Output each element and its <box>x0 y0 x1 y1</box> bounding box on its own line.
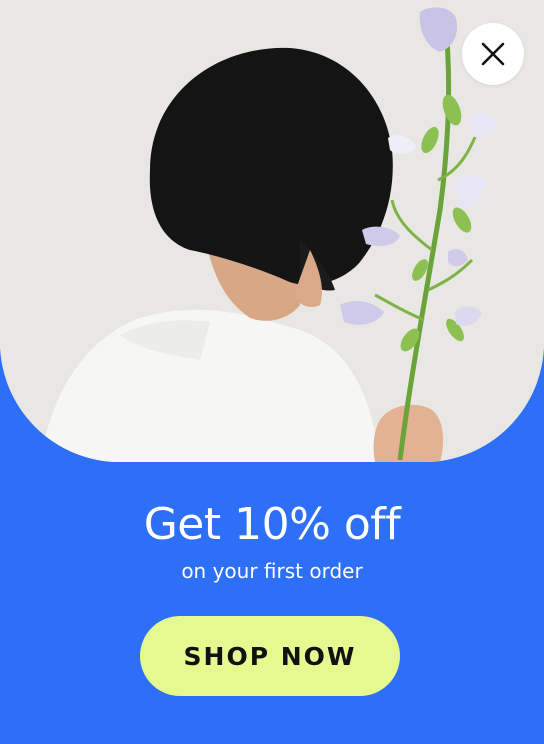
close-button[interactable] <box>462 23 524 85</box>
person-with-flowers-illustration <box>0 0 544 462</box>
close-icon <box>481 42 505 66</box>
hero-image <box>0 0 544 462</box>
offer-subline: on your first order <box>181 559 363 583</box>
offer-headline: Get 10% off <box>143 499 401 550</box>
promo-popup: Get 10% off on your first order SHOP NOW <box>0 0 544 744</box>
shop-now-button[interactable]: SHOP NOW <box>140 616 400 696</box>
